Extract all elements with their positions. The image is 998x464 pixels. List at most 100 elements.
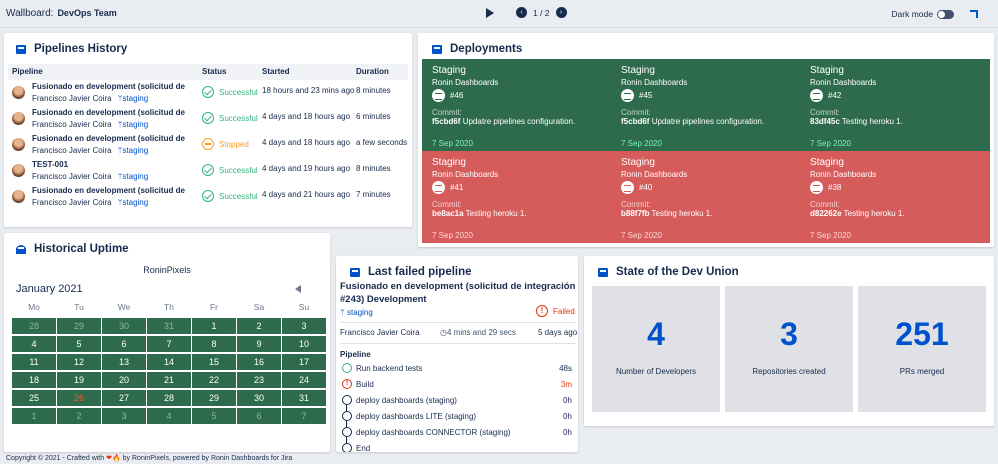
calendar-day[interactable]: 18 — [12, 372, 56, 388]
table-row[interactable]: Fusionado en development (solicitud de i… — [8, 80, 408, 106]
calendar-day[interactable]: 14 — [147, 354, 191, 370]
calendar-day[interactable]: 30 — [237, 390, 281, 406]
calendar-day[interactable]: 28 — [147, 390, 191, 406]
deployment-card[interactable]: Staging Ronin Dashboards #45 Commit: f5cbd6f… — [611, 59, 800, 151]
branch-label: ᛘstaging — [117, 172, 149, 181]
pipeline-name[interactable]: Fusionado en development (solicitud de i… — [32, 108, 187, 117]
calendar-day[interactable]: 31 — [282, 390, 326, 406]
table-row[interactable]: Fusionado en development (solicitud de i… — [8, 132, 408, 158]
calendar-day[interactable]: 1 — [12, 408, 56, 424]
calendar-day[interactable]: 9 — [237, 336, 281, 352]
calendar-day[interactable]: 5 — [192, 408, 236, 424]
calendar-day[interactable]: 6 — [102, 336, 146, 352]
calendar-day[interactable]: 10 — [282, 336, 326, 352]
step-name: deploy dashboards CONNECTOR (staging) — [356, 428, 511, 437]
calendar-day[interactable]: 29 — [57, 318, 101, 334]
calendar-day[interactable]: 30 — [102, 318, 146, 334]
failed-author: Francisco Javier Coira — [340, 328, 420, 337]
calendar-day[interactable]: 22 — [192, 372, 236, 388]
pipeline-name[interactable]: TEST-001 — [32, 160, 187, 169]
calendar-day[interactable]: 12 — [57, 354, 101, 370]
stat-value: 4 — [647, 316, 665, 352]
build-number: #38 — [828, 183, 842, 192]
calendar-day[interactable]: 24 — [282, 372, 326, 388]
commit-hash[interactable]: be8ac1a — [432, 209, 464, 218]
calendar-day[interactable]: 16 — [237, 354, 281, 370]
calendar-day[interactable]: 25 — [12, 390, 56, 406]
table-row[interactable]: Fusionado en development (solicitud de i… — [8, 106, 408, 132]
status-badge: Successful — [202, 164, 258, 176]
pipelines-table-header: Pipeline Status Started Duration — [8, 64, 408, 80]
pipeline-step[interactable]: End — [340, 442, 576, 452]
commit-hash[interactable]: 83df45c — [810, 117, 840, 126]
pipeline-step[interactable]: deploy dashboards (staging) 0h — [340, 394, 576, 410]
calendar-day[interactable]: 17 — [282, 354, 326, 370]
bitbucket-icon — [350, 267, 360, 277]
calendar-day[interactable]: 3 — [282, 318, 326, 334]
calendar-day[interactable]: 4 — [12, 336, 56, 352]
pipeline-name[interactable]: Fusionado en development (solicitud de i… — [32, 134, 187, 143]
wallboard-label-text: Wallboard: — [6, 8, 54, 19]
pipeline-step[interactable]: deploy dashboards LITE (staging) 0h — [340, 410, 576, 426]
calendar-day[interactable]: 29 — [192, 390, 236, 406]
commit-hash[interactable]: f5cbd6f — [432, 117, 460, 126]
column-header-status: Status — [202, 67, 227, 76]
calendar-day[interactable]: 15 — [192, 354, 236, 370]
commit-info: f5cbd6f Updatre pipelines configuration. — [432, 117, 611, 126]
calendar-day[interactable]: 5 — [57, 336, 101, 352]
table-row[interactable]: Fusionado en development (solicitud de i… — [8, 184, 408, 210]
previous-page-button[interactable]: ‹ — [516, 7, 527, 18]
deployment-card[interactable]: Staging Ronin Dashboards #38 Commit: d82262e… — [800, 151, 990, 243]
calendar-day[interactable]: 21 — [147, 372, 191, 388]
calendar-day[interactable]: 6 — [237, 408, 281, 424]
table-row[interactable]: TEST-001 Francisco Javier Coira ᛘstaging Su… — [8, 158, 408, 184]
calendar-day[interactable]: 26 — [57, 390, 101, 406]
dark-mode-toggle[interactable] — [937, 9, 954, 19]
deployment-card[interactable]: Staging Ronin Dashboards #41 Commit: be8ac1a… — [422, 151, 611, 243]
deployment-project: Ronin Dashboards — [621, 170, 688, 179]
deployment-build: #41 — [432, 181, 611, 194]
wallboard-name[interactable]: DevOps Team — [57, 8, 116, 18]
calendar-day[interactable]: 23 — [237, 372, 281, 388]
branch-name: staging — [122, 198, 149, 207]
column-header-duration: Duration — [356, 67, 389, 76]
pipeline-name[interactable]: Fusionado en development (solicitud de i… — [32, 186, 187, 195]
failed-pipeline-branch: ᛘ staging — [340, 308, 373, 317]
pipeline-name[interactable]: Fusionado en development (solicitud de i… — [32, 82, 187, 91]
commit-hash[interactable]: b88f7fb — [621, 209, 649, 218]
play-icon[interactable] — [486, 7, 494, 18]
failed-pipeline-name[interactable]: Fusionado en development (solicitud de i… — [340, 280, 576, 306]
calendar-day[interactable]: 20 — [102, 372, 146, 388]
calendar-day[interactable]: 7 — [147, 336, 191, 352]
author-name: Francisco Javier Coira — [32, 172, 112, 181]
pipeline-step[interactable]: Run backend tests 48s — [340, 362, 576, 378]
pipeline-step[interactable]: ! Build 3m — [340, 378, 576, 394]
calendar-day[interactable]: 31 — [147, 318, 191, 334]
pending-circle-icon — [342, 443, 352, 452]
deployment-card[interactable]: Staging Ronin Dashboards #40 Commit: b88f7fb… — [611, 151, 800, 243]
calendar-day[interactable]: 2 — [237, 318, 281, 334]
calendar-day[interactable]: 1 — [192, 318, 236, 334]
commit-hash[interactable]: d82262e — [810, 209, 842, 218]
pipeline-step[interactable]: deploy dashboards CONNECTOR (staging) 0h — [340, 426, 576, 442]
commit-hash[interactable]: f5cbd6f — [621, 117, 649, 126]
previous-month-icon[interactable] — [295, 285, 301, 293]
calendar-day[interactable]: 28 — [12, 318, 56, 334]
duration: 8 minutes — [356, 164, 391, 173]
calendar-day[interactable]: 7 — [282, 408, 326, 424]
calendar-day[interactable]: 2 — [57, 408, 101, 424]
stat-value: 251 — [895, 316, 949, 352]
fullscreen-icon[interactable] — [970, 10, 978, 18]
calendar-day[interactable]: 8 — [192, 336, 236, 352]
build-number: #40 — [639, 183, 653, 192]
calendar-day[interactable]: 4 — [147, 408, 191, 424]
status-badge: Successful — [202, 112, 258, 124]
deployment-card[interactable]: Staging Ronin Dashboards #42 Commit: 83df45c… — [800, 59, 990, 151]
calendar-day[interactable]: 19 — [57, 372, 101, 388]
calendar-day[interactable]: 27 — [102, 390, 146, 406]
calendar-day[interactable]: 3 — [102, 408, 146, 424]
next-page-button[interactable]: › — [555, 7, 567, 18]
deployment-card[interactable]: Staging Ronin Dashboards #46 Commit: f5cbd6f… — [422, 59, 611, 151]
calendar-day[interactable]: 13 — [102, 354, 146, 370]
calendar-day[interactable]: 11 — [12, 354, 56, 370]
